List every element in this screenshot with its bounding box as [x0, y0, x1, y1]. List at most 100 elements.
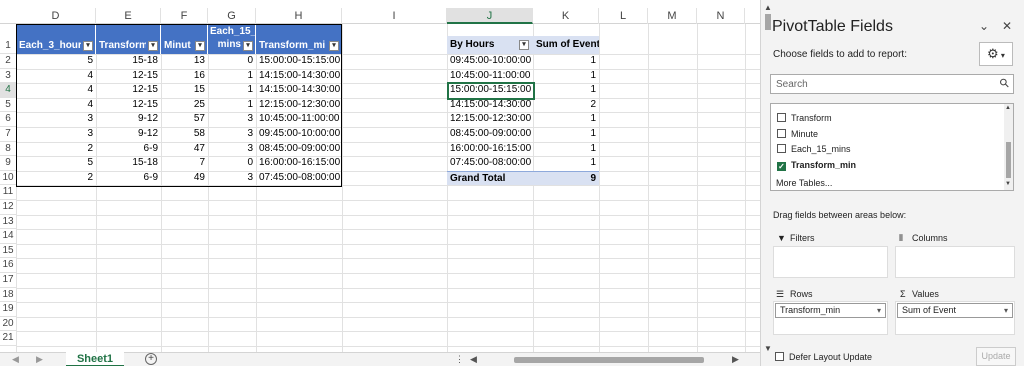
pivot-row-label[interactable]: 10:45:00-11:00:00 [447, 69, 533, 84]
column-header-n[interactable]: N [697, 8, 745, 24]
sheet-tab[interactable]: Sheet1 [66, 352, 124, 366]
field-item[interactable]: Transform [777, 111, 832, 125]
field-checkbox[interactable]: ✓ [777, 161, 786, 171]
column-header-j[interactable]: J [447, 8, 533, 24]
field-label: Transform_min [791, 159, 857, 170]
active-cell[interactable] [447, 82, 535, 100]
field-checkbox[interactable] [777, 128, 786, 138]
pivot-row-label[interactable]: 08:45:00-09:00:00 [447, 127, 533, 142]
row-header-3[interactable]: 3 [0, 69, 16, 84]
column-header-d[interactable]: D [16, 8, 96, 24]
scroll-left-icon[interactable]: ◀ [470, 354, 477, 365]
row-header-9[interactable]: 9 [0, 156, 16, 171]
field-search-box[interactable]: ⚲ [770, 74, 1014, 94]
row-header-17[interactable]: 17 [0, 273, 16, 288]
pivot-row-header[interactable]: By Hours ▾ [447, 36, 533, 54]
columns-drop-area[interactable] [895, 246, 1015, 278]
row-header-2[interactable]: 2 [0, 54, 16, 69]
row-header-12[interactable]: 12 [0, 200, 16, 215]
chevron-down-icon[interactable]: ▾ [877, 304, 881, 317]
row-header-18[interactable]: 18 [0, 288, 16, 303]
next-sheet-icon[interactable]: ▶ [36, 354, 43, 365]
pivot-row-label[interactable]: 16:00:00-16:15:00 [447, 142, 533, 157]
update-button[interactable]: Update [976, 347, 1016, 366]
column-header-g[interactable]: G [208, 8, 256, 24]
scroll-down-icon[interactable]: ▼ [1005, 181, 1011, 187]
pivot-row-label[interactable]: 12:15:00-12:30:00 [447, 112, 533, 127]
rows-drop-area[interactable]: Transform_min ▾ [773, 301, 888, 335]
row-header-10[interactable]: 10 [0, 171, 16, 186]
pivot-row-value[interactable]: 1 [533, 142, 599, 157]
pivot-value-header[interactable]: Sum of Event [533, 36, 599, 54]
filters-drop-area[interactable] [773, 246, 888, 278]
field-item[interactable]: Each_15_mins [777, 142, 851, 156]
pivot-row-value[interactable]: 1 [533, 54, 599, 69]
row-header-21[interactable]: 21 [0, 331, 16, 346]
row-header-5[interactable]: 5 [0, 98, 16, 113]
scroll-down-icon[interactable]: ▼ [764, 344, 772, 353]
row-header-1[interactable]: 1 [0, 24, 16, 54]
column-header-l[interactable]: L [599, 8, 648, 24]
defer-layout-update[interactable]: Defer Layout Update [775, 352, 872, 362]
field-item[interactable]: ✓ Transform_min [777, 158, 856, 172]
column-header-m[interactable]: M [648, 8, 697, 24]
chevron-down-icon[interactable]: ⌄ [979, 19, 989, 33]
field-checkbox[interactable] [777, 144, 786, 153]
pivot-row-value[interactable]: 1 [533, 127, 599, 142]
pivot-row-label[interactable]: 07:45:00-08:00:00 [447, 156, 533, 171]
row-header-20[interactable]: 20 [0, 317, 16, 332]
values-area-label: Values [912, 289, 939, 299]
column-header-e[interactable]: E [96, 8, 161, 24]
pivot-row-header-label: By Hours [450, 39, 495, 50]
defer-checkbox[interactable] [775, 352, 784, 361]
horizontal-scrollbar[interactable]: ◀ ▶ [470, 354, 740, 365]
row-header-16[interactable]: 16 [0, 258, 16, 273]
field-item[interactable]: Minute [777, 127, 818, 141]
chevron-down-icon[interactable]: ▾ [1004, 304, 1008, 317]
worksheet[interactable]: DEFGHIJKLMN 1 2 3 4 5 6 7 8 9 10 11 12 13 14 15 16 17 18 1… [0, 0, 760, 366]
pivot-grand-total-value[interactable]: 9 [533, 170, 599, 186]
scroll-up-icon[interactable]: ▲ [764, 3, 772, 12]
pivot-row-label[interactable]: 09:45:00-10:00:00 [447, 54, 533, 69]
pivot-row-value[interactable]: 1 [533, 112, 599, 127]
add-sheet-button[interactable]: + [145, 353, 157, 365]
values-field-item[interactable]: Sum of Event ▾ [897, 303, 1013, 318]
row-header-7[interactable]: 7 [0, 127, 16, 142]
filter-dropdown-icon[interactable]: ▾ [519, 40, 529, 50]
field-checkbox[interactable] [777, 113, 786, 122]
pivot-grand-total-label[interactable]: Grand Total [447, 170, 533, 186]
horizontal-scroll-thumb[interactable] [514, 357, 704, 363]
row-header-13[interactable]: 13 [0, 215, 16, 230]
tab-split-handle-icon[interactable]: ⋮ [455, 354, 464, 365]
field-list-scroll-thumb[interactable] [1006, 142, 1011, 178]
column-header-f[interactable]: F [161, 8, 208, 24]
field-list[interactable]: Transform Minute Each_15_mins ✓ Transform_mi… [770, 103, 1014, 191]
close-icon[interactable]: ✕ [1002, 19, 1012, 33]
row-header-15[interactable]: 15 [0, 244, 16, 259]
vertical-scroll-thumb[interactable] [765, 14, 771, 30]
rows-field-item[interactable]: Transform_min ▾ [775, 303, 886, 318]
field-label: Minute [791, 128, 819, 139]
row-header-19[interactable]: 19 [0, 302, 16, 317]
column-header-h[interactable]: H [256, 8, 342, 24]
tools-gear-button[interactable]: ⚙ ▾ [979, 42, 1013, 66]
columns-area-label: Columns [912, 233, 948, 243]
row-header-6[interactable]: 6 [0, 112, 16, 127]
row-header-4[interactable]: 4 [0, 83, 16, 98]
column-header-i[interactable]: I [342, 8, 447, 24]
scroll-right-icon[interactable]: ▶ [732, 354, 739, 365]
row-header-11[interactable]: 11 [0, 185, 16, 200]
pivot-row-value[interactable]: 1 [533, 156, 599, 171]
row-header-14[interactable]: 14 [0, 229, 16, 244]
scroll-up-icon[interactable]: ▲ [1005, 105, 1011, 111]
prev-sheet-icon[interactable]: ◀ [12, 354, 19, 365]
pivot-row-value[interactable]: 1 [533, 69, 599, 84]
pivot-row-value[interactable]: 2 [533, 98, 599, 113]
row-header-8[interactable]: 8 [0, 142, 16, 157]
values-drop-area[interactable]: Sum of Event ▾ [895, 301, 1015, 335]
search-input[interactable] [771, 75, 986, 93]
column-header-k[interactable]: K [533, 8, 599, 24]
field-list-scrollbar[interactable]: ▲ ▼ [1004, 104, 1013, 190]
pivot-row-value[interactable]: 1 [533, 83, 599, 98]
more-tables-link[interactable]: More Tables... [776, 178, 832, 188]
